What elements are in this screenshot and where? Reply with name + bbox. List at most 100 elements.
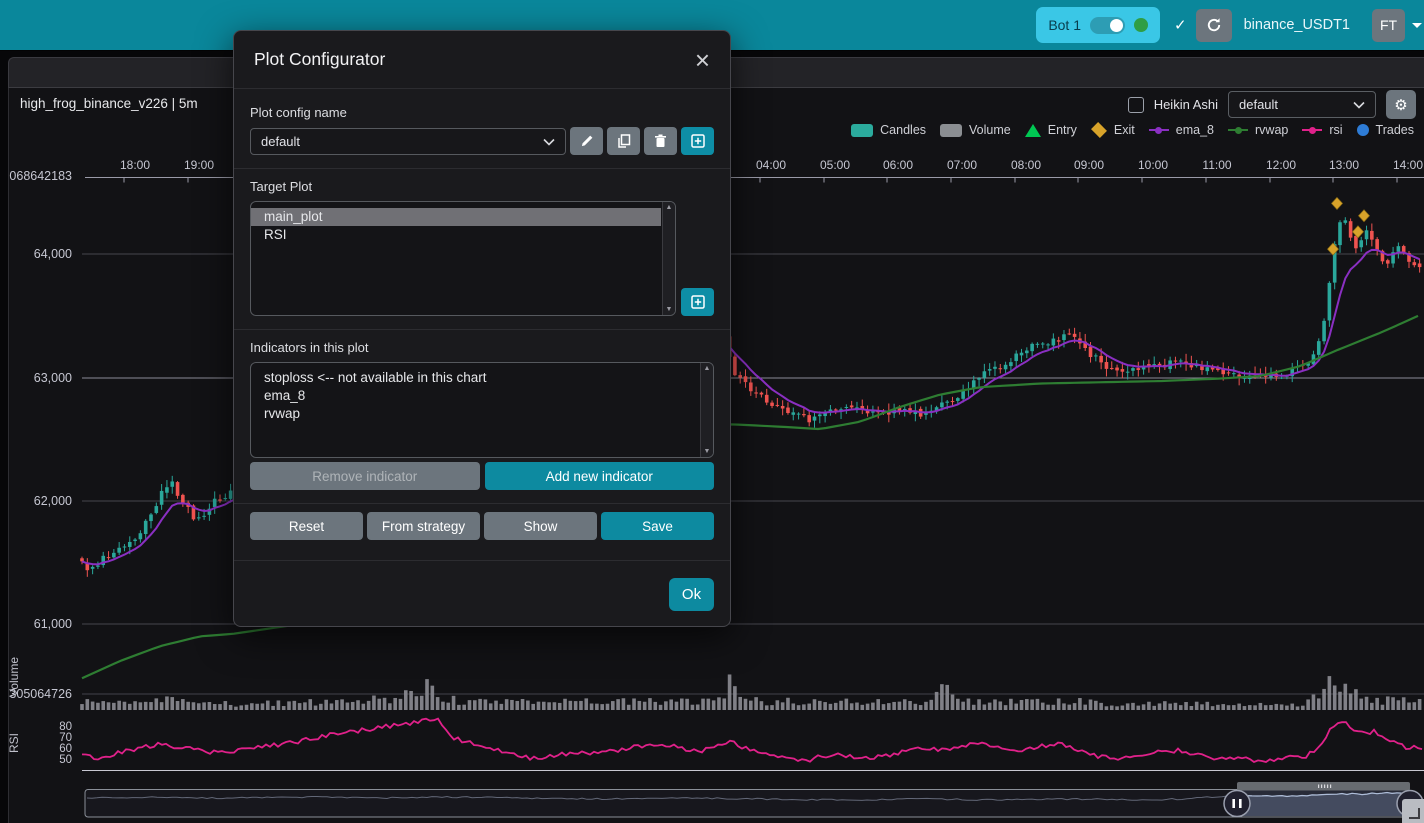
refresh-button[interactable] [1196,9,1232,42]
candles-legend-marker [851,124,873,137]
chart-legend: Candles Volume Entry Exit ema_8 rvwap rsi Trade… [851,123,1414,137]
plot-configurator-modal: Plot Configurator × Plot config name def… [233,30,731,627]
svg-text:10:00: 10:00 [1138,158,1168,172]
divider [234,329,730,330]
datazoom-left-handle[interactable] [1224,791,1250,817]
caret-down-icon[interactable] [1412,23,1422,28]
scroll-up-icon[interactable]: ▲ [666,204,673,211]
legend-item-rvwap[interactable]: rvwap [1228,123,1288,137]
trades-legend-marker [1357,124,1369,136]
plus-square-icon [691,134,705,148]
legend-item-label: Candles [880,123,926,137]
reset-button[interactable]: Reset [250,512,363,540]
svg-text:09:00: 09:00 [1074,158,1104,172]
ok-button[interactable]: Ok [669,578,714,611]
rsi-legend-marker [1302,124,1322,137]
legend-item-Candles[interactable]: Candles [851,123,926,137]
svg-text:13:00: 13:00 [1329,158,1359,172]
scrollbar[interactable]: ▲ ▼ [700,363,713,457]
plot-config-name-value: default [261,134,300,149]
refresh-icon [1206,17,1222,33]
modal-footer: Ok [234,560,730,626]
pair-label: binance_USDT1 [1244,17,1350,33]
chart-controls: Heikin Ashi default ⚙ [1128,90,1416,119]
indicators-listbox[interactable]: stoploss <-- not available in this chart… [250,362,714,458]
datazoom-navigator [85,782,1423,817]
volume-bars [80,674,1421,710]
legend-item-label: Trades [1376,123,1414,137]
legend-item-Exit[interactable]: Exit [1091,123,1135,137]
account-menu-button[interactable]: FT [1372,9,1405,42]
plot-configurator-gear-button[interactable]: ⚙ [1386,90,1416,119]
exit-markers [1328,197,1370,255]
divider [234,168,730,169]
svg-text:61,000: 61,000 [34,617,72,631]
close-icon[interactable]: × [695,50,710,70]
target-plot-listbox[interactable]: main_plotRSI ▲ ▼ [250,201,676,316]
legend-item-rsi[interactable]: rsi [1302,123,1342,137]
bot-selector-pill[interactable]: Bot 1 [1036,7,1160,43]
add-new-indicator-button[interactable]: Add new indicator [485,462,715,490]
legend-item-label: rvwap [1255,123,1288,137]
indicator-item[interactable]: rvwap [251,405,699,423]
app-root: 18:0019:0004:0005:0006:0007:0008:0009:00… [0,0,1424,823]
bot-online-dot [1134,18,1148,32]
legend-item-ema_8[interactable]: ema_8 [1149,123,1214,137]
target-plot-item-main_plot[interactable]: main_plot [251,208,661,226]
target-plot-label: Target Plot [250,179,714,194]
delete-plotconfig-button[interactable] [644,127,677,155]
chevron-down-icon [1353,101,1365,109]
plotconfig-select-top-value: default [1239,97,1278,112]
legend-item-label: Exit [1114,123,1135,137]
heikin-ashi-checkbox[interactable] [1128,97,1144,113]
save-button[interactable]: Save [601,512,714,540]
axis-labels: 64,00063,00062,00061,0000686421833050647… [7,169,72,766]
scroll-down-icon[interactable]: ▼ [704,448,711,455]
indicator-item[interactable]: ema_8 [251,387,699,405]
trash-icon [654,134,667,148]
svg-text:Volume: Volume [7,657,21,697]
divider [234,503,730,504]
indicator-item[interactable]: stoploss <-- not available in this chart [251,369,699,387]
duplicate-plotconfig-button[interactable] [607,127,640,155]
add-target-plot-button[interactable] [681,288,714,316]
heikin-ashi-label: Heikin Ashi [1154,97,1218,112]
legend-item-label: rsi [1329,123,1342,137]
show-button[interactable]: Show [484,512,597,540]
plotconfig-select-top[interactable]: default [1228,91,1376,118]
chart-title: high_frog_binance_v226 | 5m [20,96,198,111]
bot-toggle-knob [1110,19,1123,32]
resize-corner-icon [1409,808,1420,819]
legend-item-label: ema_8 [1176,123,1214,137]
legend-item-Trades[interactable]: Trades [1357,123,1414,137]
scroll-up-icon[interactable]: ▲ [704,365,711,372]
svg-text:14:00: 14:00 [1393,158,1423,172]
remove-indicator-button[interactable]: Remove indicator [250,462,480,490]
legend-item-Volume[interactable]: Volume [940,123,1011,137]
bot-toggle[interactable] [1090,17,1125,34]
target-plot-item-RSI[interactable]: RSI [251,226,661,244]
account-menu-label: FT [1380,17,1397,33]
svg-text:12:00: 12:00 [1266,158,1296,172]
indicators-label: Indicators in this plot [250,340,714,355]
plot-config-name-select[interactable]: default [250,128,566,155]
scroll-down-icon[interactable]: ▼ [666,306,673,313]
svg-text:068642183: 068642183 [9,169,72,183]
scrollbar[interactable]: ▲ ▼ [662,202,675,315]
svg-text:64,000: 64,000 [34,247,72,261]
resize-grip[interactable] [1402,799,1424,823]
svg-text:18:00: 18:00 [120,158,150,172]
svg-text:63,000: 63,000 [34,371,72,385]
rvwap-legend-marker [1228,124,1248,137]
svg-text:11:00: 11:00 [1202,158,1231,172]
svg-text:62,000: 62,000 [34,494,72,508]
copy-icon [617,134,631,148]
add-plotconfig-button[interactable] [681,127,714,155]
from-strategy-button[interactable]: From strategy [367,512,480,540]
edit-plotconfig-button[interactable] [570,127,603,155]
plus-square-icon [691,295,705,309]
svg-text:RSI: RSI [7,733,21,753]
entry-legend-marker [1025,124,1041,137]
svg-text:19:00: 19:00 [184,158,214,172]
legend-item-Entry[interactable]: Entry [1025,123,1077,137]
